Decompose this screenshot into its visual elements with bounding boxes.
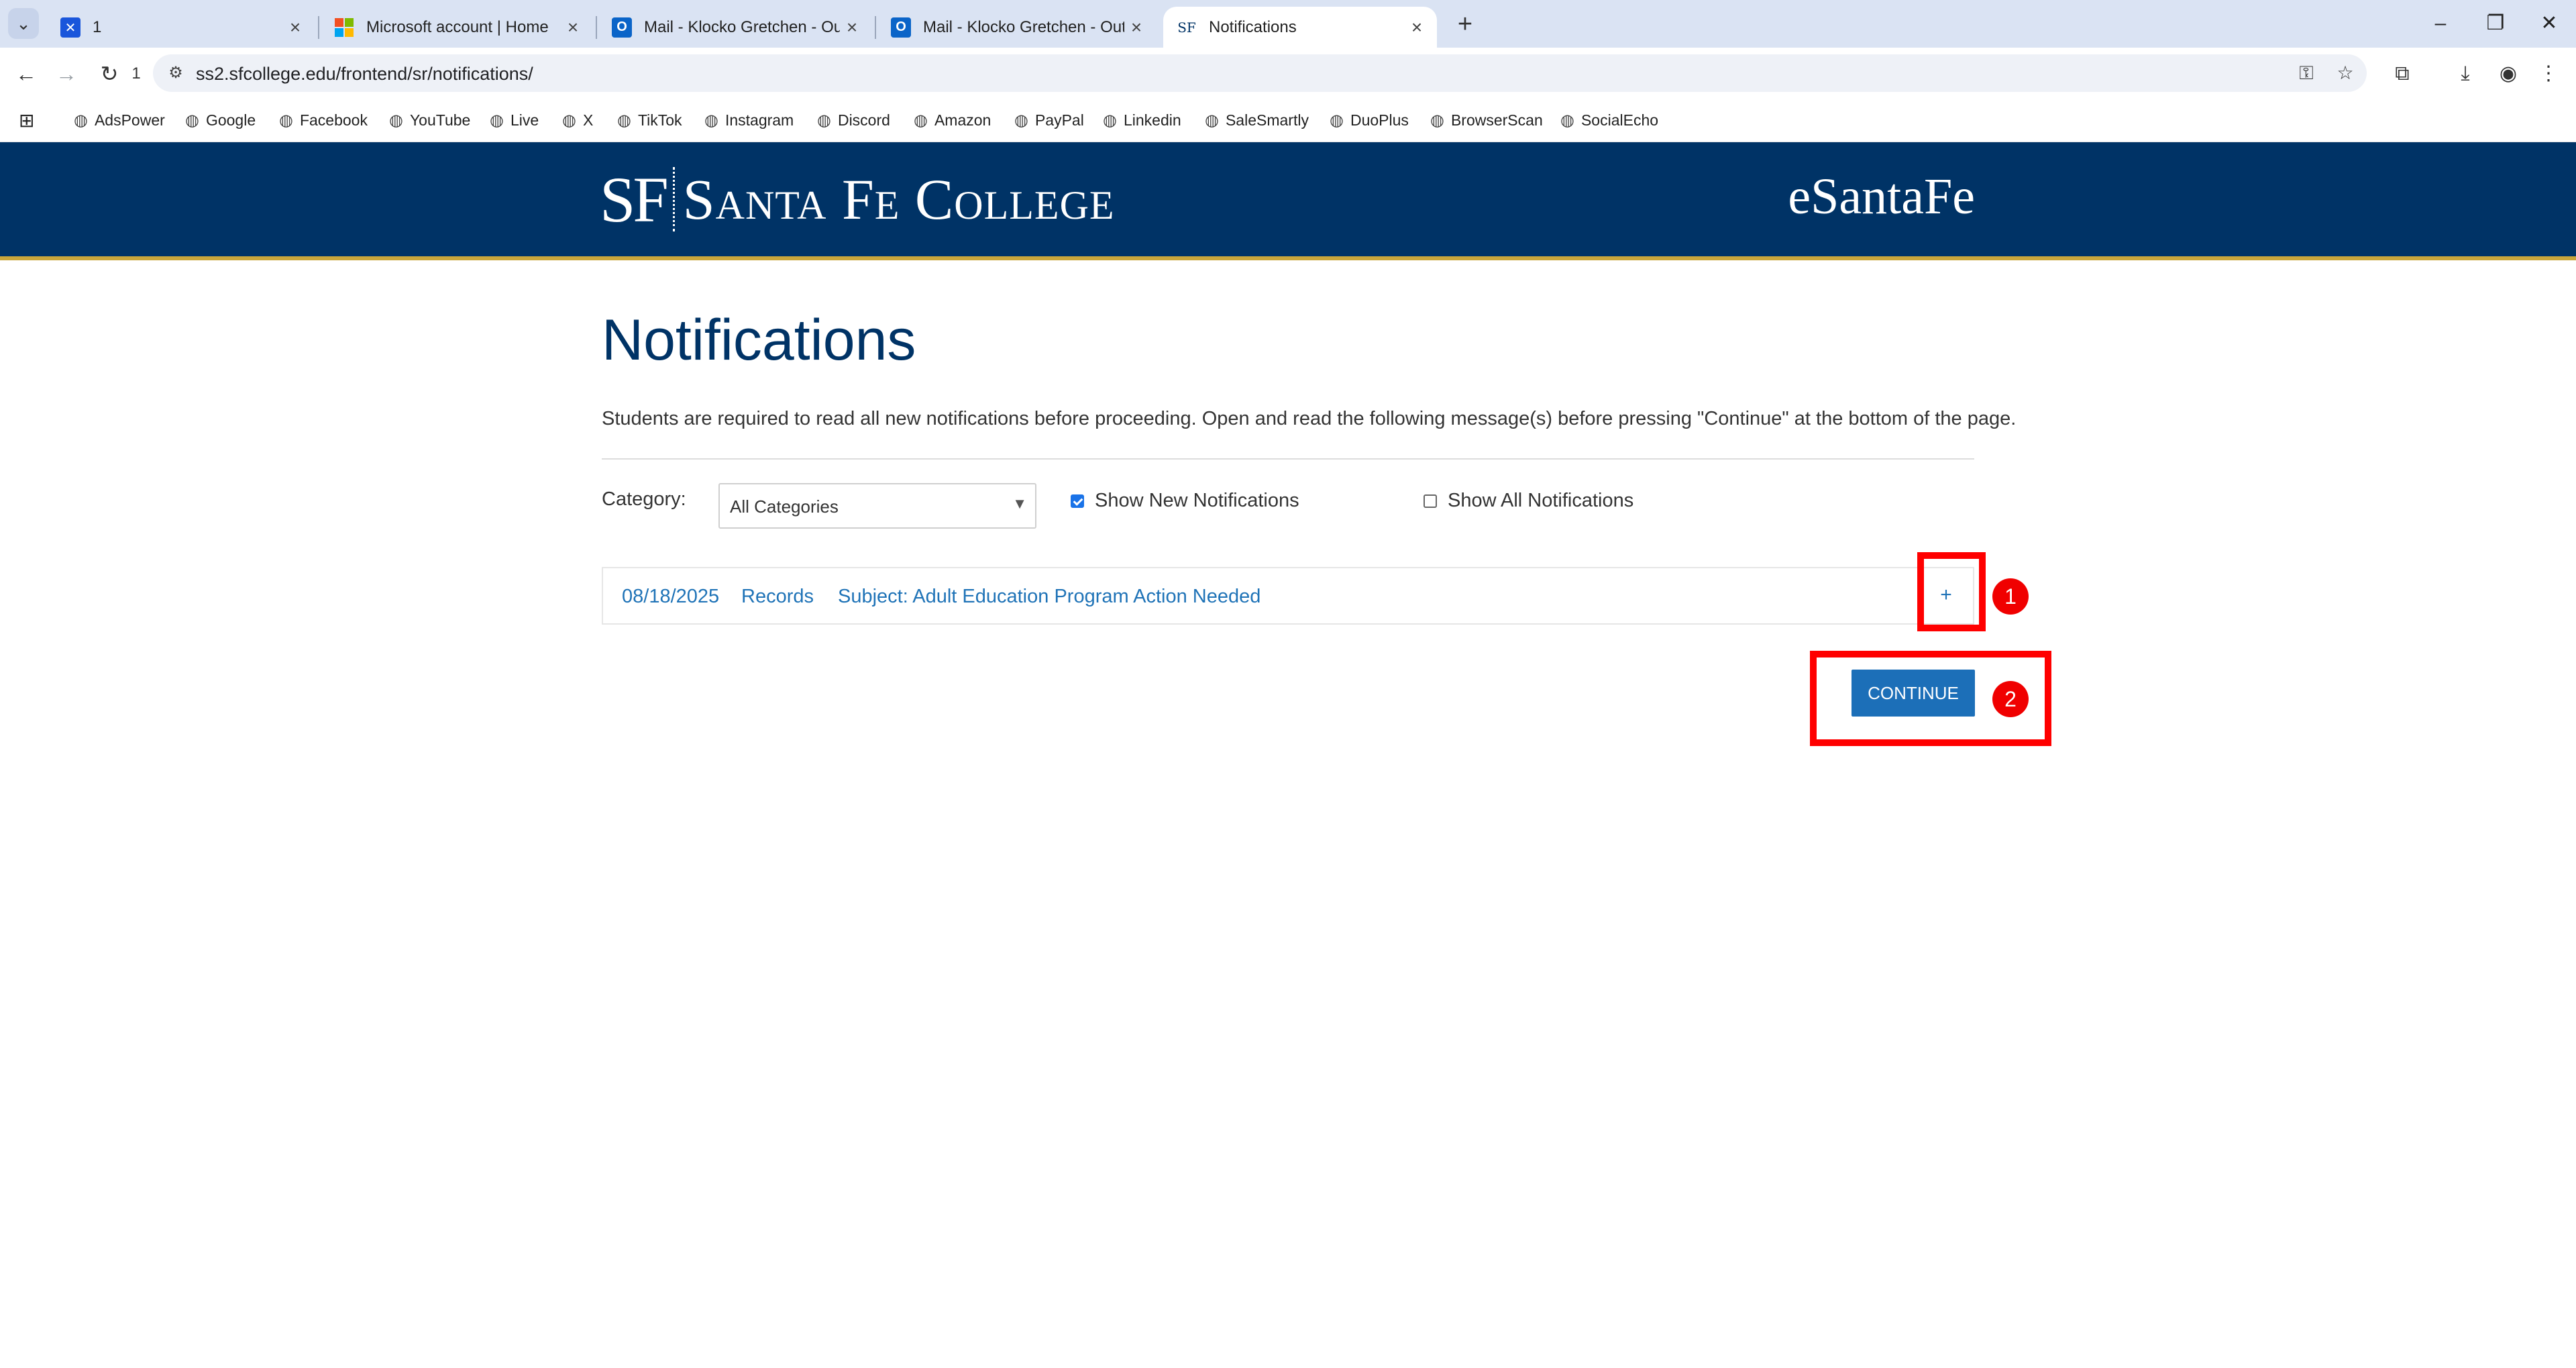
annotation-badge-1: 1 — [1992, 578, 2029, 615]
show-new-label: Show New Notifications — [1095, 490, 1299, 511]
logo-monogram: SF — [600, 163, 669, 235]
bookmarks-bar: ⊞ ◍ AdsPower ◍ Google ◍ Facebook ◍ YouTube ◍… — [0, 99, 2576, 142]
checkbox-checked-icon[interactable] — [1071, 494, 1084, 508]
globe-icon: ◍ — [1205, 111, 1219, 129]
globe-icon: ◍ — [1430, 111, 1444, 129]
bookmark-duoplus[interactable]: ◍ DuoPlus — [1330, 108, 1409, 132]
microsoft-icon — [334, 17, 354, 38]
globe-icon: ◍ — [704, 111, 718, 129]
bookmark-browserscan[interactable]: ◍ BrowserScan — [1430, 108, 1543, 132]
close-tab-icon[interactable]: × — [840, 17, 864, 38]
globe-icon: ◍ — [74, 111, 88, 129]
bookmark-adspower[interactable]: ◍ AdsPower — [74, 108, 165, 132]
tab-2[interactable]: Microsoft account | Home × — [321, 7, 593, 48]
apps-icon[interactable]: ⊞ — [19, 108, 34, 132]
close-tab-icon[interactable]: × — [283, 17, 307, 38]
notification-row[interactable]: 08/18/2025 Records Subject: Adult Educat… — [602, 567, 1974, 625]
tab-notifications[interactable]: SF Notifications × — [1163, 7, 1437, 48]
sf-icon: SF — [1177, 19, 1196, 36]
globe-icon: ◍ — [617, 111, 631, 129]
bookmark-discord[interactable]: ◍ Discord — [817, 108, 890, 132]
restore-button[interactable]: ❐ — [2475, 7, 2516, 40]
globe-icon: ◍ — [817, 111, 831, 129]
bookmark-salesmartly[interactable]: ◍ SaleSmartly — [1205, 108, 1309, 132]
bookmark-star-icon[interactable]: ☆ — [2332, 60, 2359, 87]
logo-divider — [672, 167, 675, 231]
download-icon[interactable]: ⤓ — [2450, 58, 2481, 89]
profile-icon[interactable]: ◉ — [2493, 58, 2524, 89]
back-button[interactable]: ← — [9, 57, 43, 91]
dropdown-arrow-icon: ▼ — [1012, 495, 1027, 512]
close-tab-icon[interactable]: × — [561, 17, 585, 38]
show-all-label: Show All Notifications — [1448, 490, 1634, 511]
globe-icon: ◍ — [1560, 111, 1574, 129]
tab-3[interactable]: O Mail - Klocko Gretchen - Out × — [598, 7, 872, 48]
new-tab-button[interactable]: + — [1449, 9, 1481, 42]
minimize-button[interactable]: – — [2420, 7, 2461, 40]
highlight-box-1 — [1917, 552, 1986, 631]
bookmark-facebook[interactable]: ◍ Facebook — [279, 108, 368, 132]
santa-fe-college-logo[interactable]: SF Santa Fe College — [600, 162, 1115, 236]
reload-count: 1 — [131, 64, 141, 83]
chevron-down-icon: ⌄ — [16, 13, 31, 34]
url-text[interactable]: ss2.sfcollege.edu/frontend/sr/notificati… — [196, 64, 533, 85]
bookmark-tiktok[interactable]: ◍ TikTok — [617, 108, 682, 132]
globe-icon: ◍ — [1014, 111, 1028, 129]
divider — [602, 458, 1974, 460]
site-header: SF Santa Fe College eSantaFe — [0, 142, 2576, 260]
bookmark-x[interactable]: ◍ X — [562, 108, 593, 132]
portal-name: eSantaFe — [1788, 168, 1975, 225]
logo-name: Santa Fe College — [682, 167, 1115, 231]
category-value: All Categories — [730, 496, 839, 517]
page-title: Notifications — [602, 308, 916, 372]
tab-bar: ⌄ ✕ 1 × Microsoft account | Home × O Mai… — [0, 0, 2576, 48]
show-new-notifications-checkbox[interactable]: Show New Notifications — [1071, 490, 1299, 512]
bookmark-youtube[interactable]: ◍ YouTube — [389, 108, 470, 132]
notification-subject[interactable]: Subject: Adult Education Program Action … — [838, 586, 1260, 608]
site-info-icon[interactable]: ⚙ — [162, 60, 189, 87]
category-label: Category: — [602, 488, 686, 510]
close-tab-icon[interactable]: × — [1124, 17, 1148, 38]
bookmark-linkedin[interactable]: ◍ Linkedin — [1103, 108, 1181, 132]
tab-1[interactable]: ✕ 1 × — [47, 7, 315, 48]
outlook-icon: O — [612, 17, 632, 38]
globe-icon: ◍ — [389, 111, 403, 129]
address-bar[interactable]: ⚙ ss2.sfcollege.edu/frontend/sr/notifica… — [153, 54, 2367, 92]
close-window-button[interactable]: ✕ — [2529, 7, 2569, 40]
tab-4[interactable]: O Mail - Klocko Gretchen - Out × — [877, 7, 1157, 48]
password-key-icon[interactable]: ⚿ — [2293, 60, 2320, 87]
globe-icon: ◍ — [185, 111, 199, 129]
globe-icon: ◍ — [279, 111, 293, 129]
address-bar-row: ← → ↻ 1 ⚙ ss2.sfcollege.edu/frontend/sr/… — [0, 48, 2576, 99]
bookmark-amazon[interactable]: ◍ Amazon — [914, 108, 991, 132]
app-icon: ✕ — [60, 17, 80, 38]
annotation-badge-2: 2 — [1992, 681, 2029, 717]
notification-category[interactable]: Records — [741, 586, 814, 608]
checkbox-unchecked-icon[interactable] — [1424, 494, 1437, 508]
bookmark-paypal[interactable]: ◍ PayPal — [1014, 108, 1084, 132]
globe-icon: ◍ — [562, 111, 576, 129]
close-tab-icon[interactable]: × — [1405, 17, 1429, 38]
outlook-icon: O — [891, 17, 911, 38]
globe-icon: ◍ — [1103, 111, 1117, 129]
forward-button[interactable]: → — [50, 57, 83, 91]
category-select[interactable]: All Categories ▼ — [718, 483, 1036, 529]
globe-icon: ◍ — [1330, 111, 1344, 129]
bookmark-instagram[interactable]: ◍ Instagram — [704, 108, 794, 132]
bookmark-google[interactable]: ◍ Google — [185, 108, 256, 132]
extensions-icon[interactable]: ⧉ — [2387, 58, 2418, 89]
tab-search-button[interactable]: ⌄ — [8, 8, 39, 39]
bookmark-live[interactable]: ◍ Live — [490, 108, 539, 132]
globe-icon: ◍ — [914, 111, 928, 129]
instructions-text: Students are required to read all new no… — [602, 408, 2017, 429]
globe-icon: ◍ — [490, 111, 504, 129]
show-all-notifications-checkbox[interactable]: Show All Notifications — [1424, 490, 1633, 512]
notification-date[interactable]: 08/18/2025 — [622, 586, 719, 608]
bookmark-socialecho[interactable]: ◍ SocialEcho — [1560, 108, 1658, 132]
menu-icon[interactable]: ⋮ — [2533, 58, 2564, 89]
